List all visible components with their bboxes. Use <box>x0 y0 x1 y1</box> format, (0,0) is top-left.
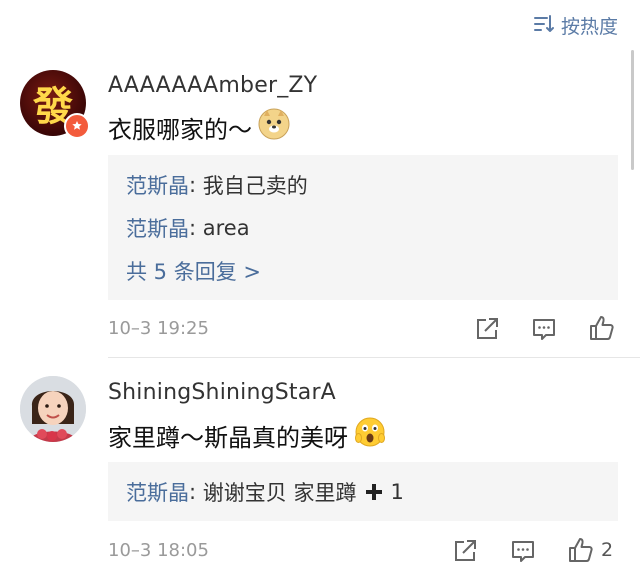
share-button[interactable] <box>474 316 500 342</box>
replies-box: 范斯晶 : 谢谢宝贝 家里蹲 1 <box>108 462 618 521</box>
replies-box: 范斯晶 : 我自己卖的 范斯晶 : area 共 5 条回复 > <box>108 155 618 300</box>
comment-item: ShiningShiningStarA 家里蹲～斯晶真的美呀 范斯晶 : 谢谢宝… <box>0 360 640 578</box>
reply-colon: : <box>189 173 203 197</box>
share-icon <box>477 318 498 339</box>
reply-item[interactable]: 范斯晶 : area <box>126 213 250 243</box>
verified-badge <box>64 113 90 139</box>
like-icon <box>569 538 593 562</box>
reply-item[interactable]: 范斯晶 : 我自己卖的 <box>126 170 308 200</box>
comment-text: 衣服哪家的～ <box>108 115 252 144</box>
reply-author[interactable]: 范斯晶 <box>126 213 189 243</box>
comment-icon <box>533 319 555 340</box>
comment-icon <box>512 541 534 562</box>
reply-text: 我自己卖的 <box>202 174 308 198</box>
comment-time: 10–3 19:25 <box>108 318 209 339</box>
like-button[interactable] <box>588 314 622 342</box>
share-icon <box>455 540 476 561</box>
reply-item[interactable]: 范斯晶 : 谢谢宝贝 家里蹲 1 <box>126 477 404 507</box>
comment-content: 衣服哪家的～ <box>108 108 290 146</box>
comment-button[interactable] <box>531 316 557 342</box>
more-replies-link[interactable]: 共 5 条回复 > <box>126 256 261 286</box>
reply-colon: : <box>189 216 203 240</box>
avatar-photo <box>20 376 86 442</box>
like-count: 2 <box>601 539 614 561</box>
reply-author[interactable]: 范斯晶 <box>126 170 189 200</box>
like-icon <box>590 316 614 340</box>
like-button[interactable]: 2 <box>567 536 613 564</box>
reply-colon: : <box>189 480 203 504</box>
comment-username[interactable]: ShiningShiningStarA <box>108 380 336 405</box>
reply-author[interactable]: 范斯晶 <box>126 477 189 507</box>
reply-text: area <box>202 216 250 240</box>
doge-emoji <box>258 108 290 146</box>
divider <box>108 357 640 358</box>
comment-content: 家里蹲～斯晶真的美呀 <box>108 416 386 454</box>
comment-username[interactable]: AAAAAAAmber_ZY <box>108 73 317 98</box>
comment-item: 發 AAAAAAAmber_ZY 衣服哪家的～ 范斯晶 : 我自己卖的 范斯晶 … <box>0 0 640 360</box>
comment-button[interactable] <box>510 538 536 564</box>
comment-text: 家里蹲～斯晶真的美呀 <box>108 423 348 452</box>
scream-emoji <box>354 416 386 454</box>
reply-suffix: 1 <box>390 480 404 504</box>
avatar[interactable] <box>20 376 86 442</box>
star-icon <box>72 121 82 130</box>
comment-time: 10–3 18:05 <box>108 540 209 561</box>
plus-icon <box>364 482 384 502</box>
share-button[interactable] <box>452 538 478 564</box>
reply-text: 谢谢宝贝 家里蹲 <box>202 481 357 505</box>
